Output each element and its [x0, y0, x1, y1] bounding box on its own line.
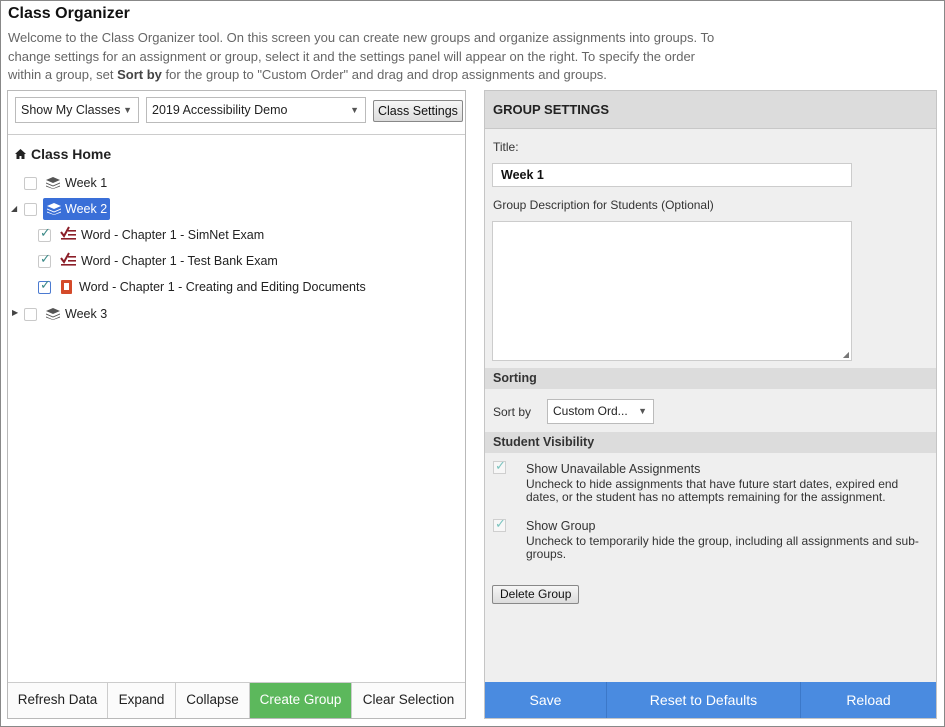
week-2-label: Week 2: [65, 202, 108, 216]
sort-by-label: Sort by: [493, 405, 532, 419]
group-settings-panel: GROUP SETTINGS Title: Week 1 Group Descr…: [484, 90, 937, 719]
show-unavailable-help: Uncheck to hide assignments that have fu…: [526, 477, 899, 504]
show-group-help: Uncheck to temporarily hide the group, i…: [526, 534, 919, 561]
document-icon: [61, 280, 72, 294]
group-layers-icon: [46, 308, 60, 320]
reset-to-defaults-button[interactable]: Reset to Defaults: [607, 682, 801, 718]
assignment-3-checkbox[interactable]: [38, 277, 51, 294]
student-visibility-section-header: Student Visibility: [485, 432, 936, 453]
week-3-label[interactable]: Week 3: [65, 303, 107, 325]
assignment-1-checkbox[interactable]: [38, 225, 51, 242]
reload-button[interactable]: Reload: [801, 682, 936, 718]
class-select[interactable]: 2019 Accessibility Demo ▼: [146, 97, 366, 123]
show-group-label: Show Group: [526, 519, 596, 533]
assignment-3-label[interactable]: Word - Chapter 1 - Creating and Editing …: [79, 276, 366, 298]
description-field-label: Group Description for Students (Optional…: [493, 198, 714, 212]
collapse-arrow-icon[interactable]: ◢: [11, 204, 17, 213]
class-select-value: 2019 Accessibility Demo: [152, 103, 288, 117]
week-3-checkbox[interactable]: [24, 308, 37, 321]
sort-by-value: Custom Ord...: [553, 404, 628, 418]
page-title: Class Organizer: [8, 5, 130, 22]
save-button[interactable]: Save: [485, 682, 607, 718]
classes-filter-value: Show My Classes: [21, 103, 121, 117]
assignment-2-checkbox[interactable]: [38, 251, 51, 268]
exam-icon: [60, 251, 77, 269]
refresh-data-button[interactable]: Refresh Data: [8, 683, 108, 718]
home-icon: [15, 149, 27, 162]
group-settings-header: GROUP SETTINGS: [485, 91, 936, 129]
delete-group-button[interactable]: Delete Group: [492, 585, 580, 604]
show-unavailable-checkbox[interactable]: [493, 458, 506, 474]
group-layers-icon: [46, 177, 60, 189]
assignment-1-label[interactable]: Word - Chapter 1 - SimNet Exam: [81, 224, 264, 246]
title-field-label: Title:: [493, 140, 519, 154]
tree-toolbar: Show My Classes ▼ 2019 Accessibility Dem…: [8, 91, 465, 135]
assignment-2-label[interactable]: Word - Chapter 1 - Test Bank Exam: [81, 250, 278, 272]
week-1-label[interactable]: Week 1: [65, 172, 107, 194]
intro-text-bold: Sort by: [117, 67, 162, 82]
expand-button[interactable]: Expand: [108, 683, 176, 718]
exam-icon: [60, 225, 77, 243]
week-1-checkbox[interactable]: [24, 177, 37, 190]
intro-text: Welcome to the Class Organizer tool. On …: [8, 29, 728, 85]
sort-by-select[interactable]: Custom Ord... ▼: [547, 399, 654, 424]
week-2-checkbox[interactable]: [24, 203, 37, 216]
intro-text-part2: for the group to "Custom Order" and drag…: [161, 67, 607, 82]
class-tree-panel: Show My Classes ▼ 2019 Accessibility Dem…: [7, 90, 466, 719]
class-settings-button[interactable]: Class Settings: [373, 100, 463, 122]
title-input[interactable]: Week 1: [492, 163, 852, 187]
settings-action-bar: Save Reset to Defaults Reload: [485, 682, 936, 718]
tree-action-bar: Refresh Data Expand Collapse Create Grou…: [8, 682, 465, 718]
collapse-button[interactable]: Collapse: [176, 683, 250, 718]
group-layers-icon: [47, 203, 61, 215]
resize-grip-icon[interactable]: ◢: [843, 350, 849, 359]
chevron-down-icon: ▼: [123, 105, 132, 115]
class-home-label: Class Home: [31, 146, 112, 162]
sorting-section-header: Sorting: [485, 368, 936, 389]
classes-filter-select[interactable]: Show My Classes ▼: [15, 97, 139, 123]
week-2-node-selected[interactable]: Week 2: [43, 198, 110, 220]
expand-arrow-icon[interactable]: ▶: [12, 308, 18, 317]
show-unavailable-label: Show Unavailable Assignments: [526, 462, 701, 476]
create-group-button[interactable]: Create Group: [250, 683, 352, 718]
description-textarea[interactable]: ◢: [492, 221, 852, 361]
chevron-down-icon: ▼: [638, 406, 647, 416]
show-group-checkbox[interactable]: [493, 516, 506, 532]
class-home-node[interactable]: Class Home: [15, 146, 111, 162]
chevron-down-icon: ▼: [350, 105, 359, 115]
clear-selection-button[interactable]: Clear Selection: [352, 683, 465, 718]
